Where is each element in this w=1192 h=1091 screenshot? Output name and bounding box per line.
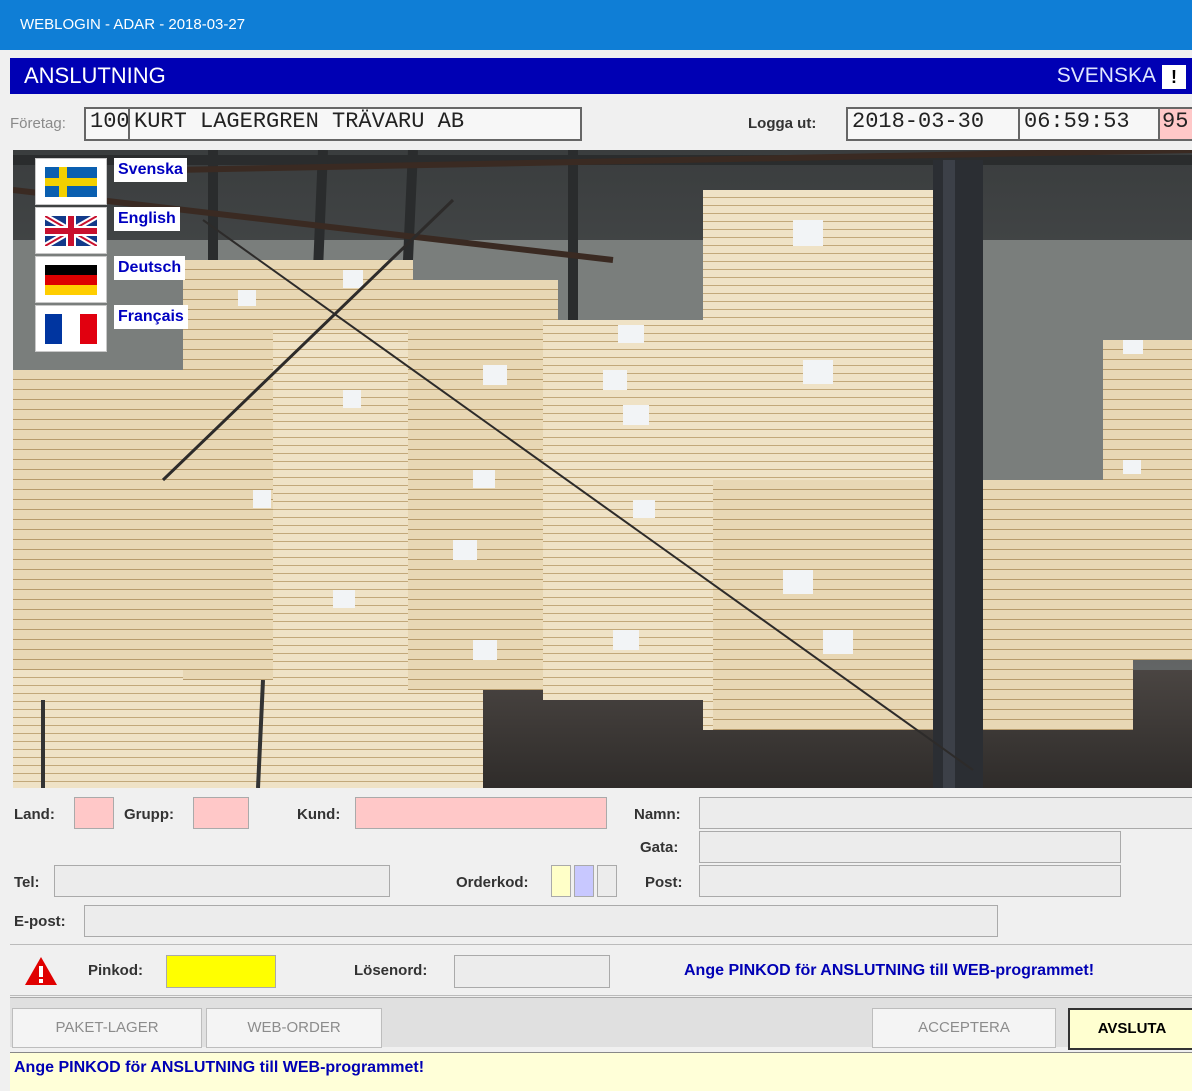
language-francais[interactable]: Français [114, 305, 188, 329]
orderkod-label: Orderkod: [456, 874, 529, 891]
pin-instruction: Ange PINKOD för ANSLUTNING till WEB-prog… [684, 962, 1095, 979]
session-counter: 95 [1158, 107, 1192, 141]
lumber-warehouse-photo: Svenska English Deutsch Français [13, 150, 1192, 788]
grupp-input[interactable] [193, 797, 249, 829]
flag-germany-icon [45, 264, 97, 295]
kund-input[interactable] [355, 797, 607, 829]
warning-icon [25, 957, 57, 985]
tel-input[interactable] [54, 865, 390, 897]
customer-form: Land: Grupp: Kund: Namn: Gata: Tel: Orde… [10, 789, 1192, 943]
company-name: KURT LAGERGREN TRÄVARU AB [128, 107, 582, 141]
alert-button[interactable]: ! [1162, 65, 1186, 89]
flag-uk-button[interactable] [35, 207, 107, 254]
land-label: Land: [14, 806, 55, 823]
acceptera-button[interactable]: ACCEPTERA [872, 1008, 1056, 1048]
flag-uk-icon [45, 215, 97, 246]
status-bar: Ange PINKOD för ANSLUTNING till WEB-prog… [10, 1052, 1192, 1091]
session-date: 2018-03-30 [846, 107, 1028, 141]
land-input[interactable] [74, 797, 114, 829]
pin-label: Pinkod: [88, 962, 143, 979]
flag-france-button[interactable] [35, 305, 107, 352]
logout-label[interactable]: Logga ut: [748, 115, 816, 132]
flag-france-icon [45, 313, 97, 344]
language-svenska[interactable]: Svenska [114, 158, 187, 182]
company-label: Företag: [10, 115, 66, 132]
tel-label: Tel: [14, 874, 40, 891]
language-deutsch[interactable]: Deutsch [114, 256, 186, 280]
flag-sweden-button[interactable] [35, 158, 107, 205]
status-message: Ange PINKOD för ANSLUTNING till WEB-prog… [14, 1059, 425, 1076]
grupp-label: Grupp: [124, 806, 174, 823]
pin-input[interactable] [166, 955, 276, 988]
button-bar: PAKET-LAGER WEB-ORDER ACCEPTERA AVSLUTA [10, 997, 1192, 1050]
window-title: WEBLOGIN - ADAR - 2018-03-27 [20, 16, 246, 33]
paket-lager-button[interactable]: PAKET-LAGER [12, 1008, 202, 1048]
page-header: ANSLUTNING SVENSKA ! [10, 58, 1192, 94]
orderkod-field-3[interactable] [597, 865, 617, 897]
gata-label: Gata: [640, 839, 679, 856]
namn-input[interactable] [699, 797, 1192, 829]
namn-label: Namn: [634, 806, 681, 823]
orderkod-field-2[interactable] [574, 865, 594, 897]
current-language[interactable]: SVENSKA [1057, 58, 1156, 94]
kund-label: Kund: [297, 806, 341, 823]
language-english[interactable]: English [114, 207, 180, 231]
post-input[interactable] [699, 865, 1121, 897]
epost-label: E-post: [14, 913, 66, 930]
company-row: Företag: 100 KURT LAGERGREN TRÄVARU AB L… [10, 95, 1192, 149]
gata-input[interactable] [699, 831, 1121, 863]
login-section: Pinkod: Lösenord: Ange PINKOD för ANSLUT… [10, 944, 1192, 996]
password-label: Lösenord: [354, 962, 428, 979]
flag-germany-button[interactable] [35, 256, 107, 303]
epost-input[interactable] [84, 905, 998, 937]
page-title: ANSLUTNING [24, 63, 166, 88]
window-title-bar: WEBLOGIN - ADAR - 2018-03-27 [0, 0, 1192, 50]
avsluta-button[interactable]: AVSLUTA [1068, 1008, 1192, 1050]
post-label: Post: [645, 874, 683, 891]
web-order-button[interactable]: WEB-ORDER [206, 1008, 382, 1048]
flag-sweden-icon [45, 166, 97, 197]
orderkod-field-1[interactable] [551, 865, 571, 897]
session-time: 06:59:53 [1018, 107, 1168, 141]
password-input[interactable] [454, 955, 610, 988]
